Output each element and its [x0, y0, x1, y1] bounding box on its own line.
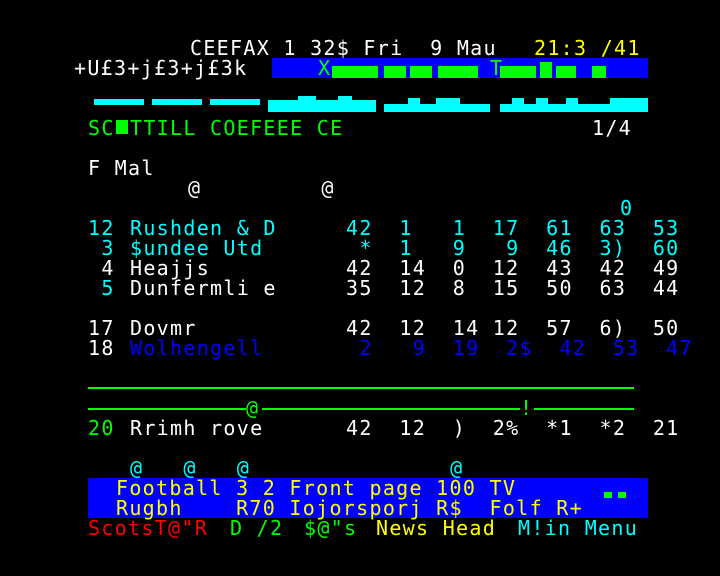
nav-row-2[interactable]: Rugbh R70 Iojorsporj R$ Folf R+	[116, 498, 583, 518]
row-pos: 12	[88, 216, 115, 240]
zero-mark: 0	[620, 196, 634, 220]
row-team: Rrimh rove	[130, 416, 264, 440]
row-team: Dovmr	[130, 316, 197, 340]
row-pos: 5	[88, 276, 115, 300]
row-team: Wolhengell	[130, 336, 264, 360]
fastext-green-page[interactable]: D /2	[230, 518, 283, 538]
divider-seg-1	[88, 408, 246, 410]
page-title-rest: TTILL COEFEEE CE	[130, 116, 344, 140]
row-stats: 42 12 14 12 57 6) 50	[346, 316, 680, 340]
divider-mark-at: @	[246, 396, 260, 420]
header-subline: +U£3+j£3+j£3k	[74, 56, 248, 80]
row-pos: 17	[88, 316, 115, 340]
header-clock: 21:3 /41	[534, 36, 641, 60]
row-stats: 2 9 19 2$ 42 53 47	[346, 336, 693, 360]
row-stats: 42 12 ) 2% *1 *2 21	[346, 416, 680, 440]
banner-letter-x: X	[318, 56, 332, 80]
footer-at-marks: @ @ @ @	[130, 456, 464, 480]
title-block-glyph	[116, 120, 128, 134]
fastext-red[interactable]: ScotsT@"R	[88, 518, 208, 538]
header-service: CEEFAX 1 32$ Fri 9 Mau	[190, 36, 497, 60]
row-pos: 4	[88, 256, 115, 280]
fastext-green[interactable]: $@"s	[304, 518, 357, 538]
row-pos: 3	[88, 236, 115, 260]
nav-row-1[interactable]: Football 3 2 Front page 100 TV	[116, 478, 516, 498]
page-title-start: SC	[88, 116, 115, 140]
section-label: F Mal	[88, 156, 155, 180]
row-team: $undee Utd	[130, 236, 264, 260]
page-counter: 1/4	[592, 116, 633, 140]
row-stats: 35 12 8 15 50 63 44	[346, 276, 680, 300]
row-pos: 20	[88, 416, 115, 440]
fastext-yellow[interactable]: News Head	[376, 518, 496, 538]
divider-top	[88, 387, 634, 389]
divider-seg-3	[534, 408, 634, 410]
divider-mark-excl: !	[520, 396, 534, 420]
row-stats: * 1 9 9 46 3) 60	[346, 236, 680, 260]
at-marks: @ @	[188, 176, 335, 200]
row-stats: 42 14 0 12 43 42 49	[346, 256, 680, 280]
row-pos: 18	[88, 336, 115, 360]
row-team: Rushden & D	[130, 216, 277, 240]
row-team: Heajjs	[130, 256, 211, 280]
divider-seg-2	[262, 408, 520, 410]
row-team: Dunfermli e	[130, 276, 277, 300]
row-stats: 42 1 1 17 61 63 53	[346, 216, 680, 240]
nav-mosaic-a	[604, 492, 612, 498]
nav-mosaic-b	[618, 492, 626, 498]
fastext-cyan[interactable]: M!in Menu	[518, 518, 638, 538]
